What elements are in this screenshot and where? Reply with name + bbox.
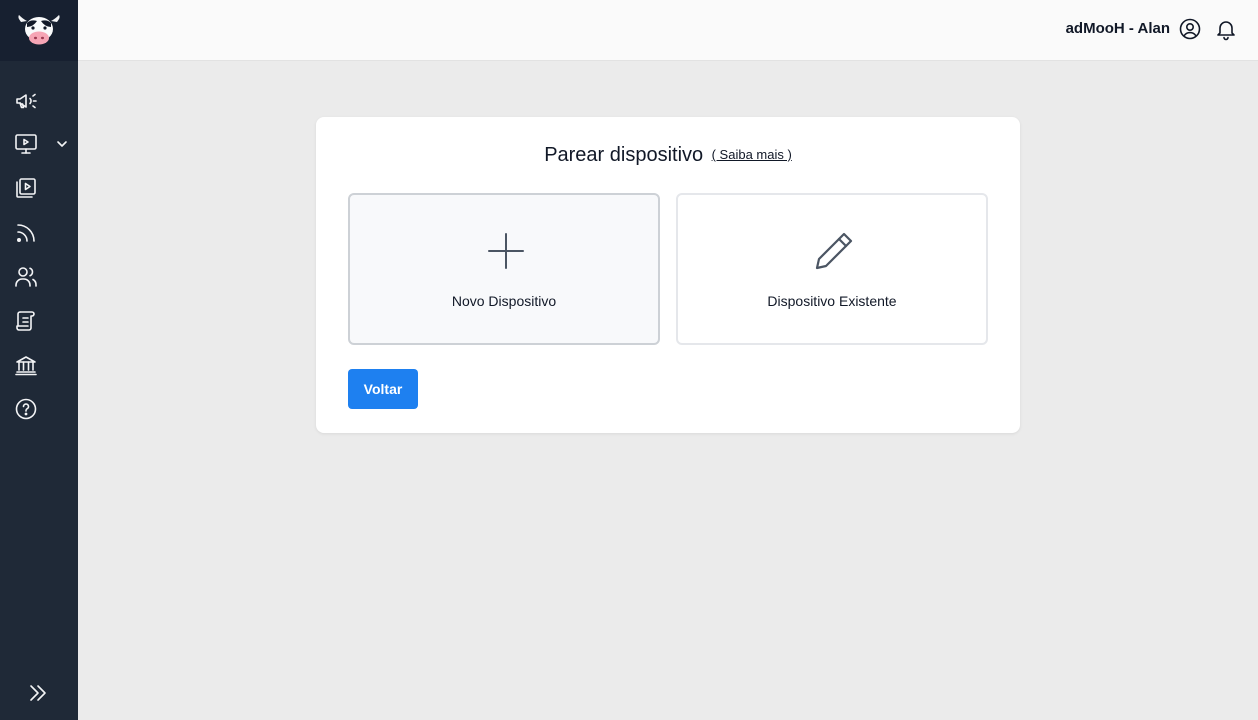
sidebar-item-campaigns[interactable]	[0, 81, 78, 121]
pair-device-card: Parear dispositivo ( Saiba mais ) Novo D…	[316, 117, 1020, 433]
plus-icon	[488, 233, 524, 269]
new-device-label: Novo Dispositivo	[451, 293, 557, 309]
sidebar-item-feeds[interactable]	[0, 213, 78, 253]
user-name[interactable]: adMooH - Alan	[1066, 20, 1170, 37]
bank-icon	[15, 356, 37, 376]
help-circle-icon	[15, 398, 37, 420]
video-library-icon	[16, 178, 36, 198]
sidebar-item-users[interactable]	[0, 257, 78, 297]
learn-more-link[interactable]: ( Saiba mais )	[712, 147, 792, 162]
scroll-icon	[16, 311, 35, 331]
users-icon	[15, 267, 37, 287]
pencil-icon	[815, 232, 853, 270]
sidebar-item-media[interactable]	[0, 168, 78, 208]
cow-logo-icon	[18, 14, 60, 44]
sidebar-item-help[interactable]	[0, 389, 78, 429]
back-button[interactable]: Voltar	[348, 369, 418, 409]
sidebar-item-reports[interactable]	[0, 301, 78, 341]
top-bar: adMooH - Alan	[78, 0, 1258, 61]
sidebar	[0, 0, 78, 720]
sidebar-item-screens[interactable]	[0, 124, 78, 164]
existing-device-label: Dispositivo Existente	[767, 293, 897, 309]
expand-sidebar-icon[interactable]	[27, 682, 49, 704]
rss-icon	[16, 224, 35, 242]
sidebar-item-financial[interactable]	[0, 345, 78, 385]
monitor-play-icon	[15, 134, 37, 154]
card-header: Parear dispositivo ( Saiba mais )	[316, 144, 1020, 167]
user-profile-icon[interactable]	[1178, 17, 1202, 41]
bell-icon[interactable]	[1214, 17, 1238, 41]
existing-device-option[interactable]: Dispositivo Existente	[676, 193, 988, 345]
new-device-option[interactable]: Novo Dispositivo	[348, 193, 660, 345]
logo[interactable]	[0, 0, 78, 61]
page-title: Parear dispositivo	[544, 144, 704, 166]
chevron-down-icon	[57, 141, 67, 147]
megaphone-icon	[16, 93, 37, 109]
